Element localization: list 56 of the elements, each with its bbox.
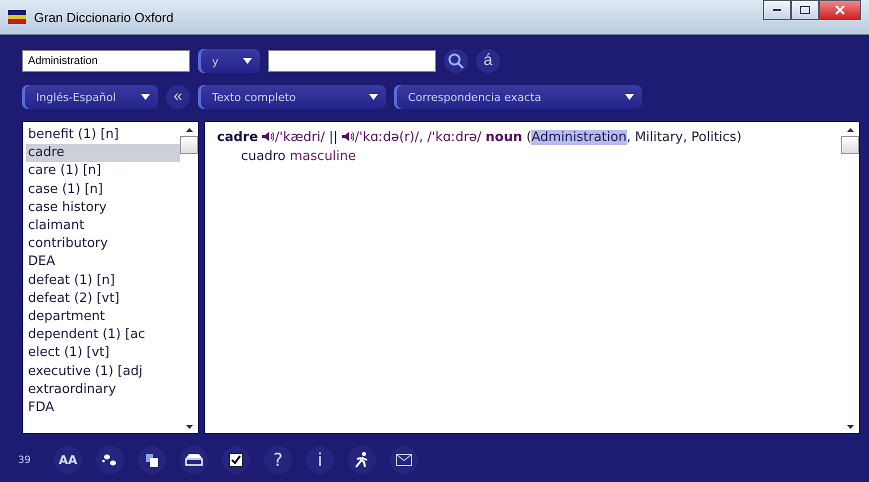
scrollbar-thumb[interactable] (180, 136, 198, 154)
minimize-button[interactable] (763, 0, 791, 20)
help-button[interactable]: ? (264, 446, 292, 474)
word-list-item[interactable]: contributory (26, 235, 180, 254)
checkbox-icon[interactable] (222, 446, 250, 474)
speaker-icon[interactable] (262, 131, 274, 142)
scroll-down-icon[interactable] (186, 425, 192, 429)
word-list-item[interactable]: dependent (1) [ac (26, 326, 180, 344)
maximize-icon (800, 6, 810, 14)
second-search-field[interactable] (268, 50, 436, 72)
scope-dropdown[interactable]: Texto completo (198, 85, 386, 109)
info-button[interactable]: i (306, 446, 334, 474)
word-list-item[interactable]: case history (26, 198, 180, 218)
word-list-item[interactable]: extraordinary (26, 380, 180, 400)
search-button[interactable] (444, 49, 468, 73)
word-list-item[interactable]: department (26, 308, 180, 326)
speaker-icon[interactable] (342, 131, 354, 142)
caret-icon (369, 94, 378, 100)
app-icon (8, 10, 26, 24)
match-dropdown[interactable]: Correspondencia exacta (394, 85, 642, 109)
close-button[interactable] (819, 0, 861, 20)
scroll-down-icon[interactable] (846, 425, 854, 429)
accent-button[interactable]: á (476, 49, 500, 73)
word-list-item[interactable]: defeat (2) [vt] (26, 290, 180, 308)
caret-icon (625, 94, 634, 100)
language-dropdown[interactable]: Inglés-Español (22, 85, 158, 109)
minimize-icon (773, 9, 781, 11)
word-list-item[interactable]: DEA (26, 253, 180, 272)
search-icon (448, 53, 464, 69)
caret-icon (243, 58, 252, 64)
caret-icon (141, 94, 150, 100)
mail-icon[interactable] (390, 446, 418, 474)
scrollbar-thumb[interactable] (841, 136, 859, 154)
word-list-item[interactable]: defeat (1) [n] (26, 272, 180, 290)
entry-text: cadre /'kædri/ || /'kɑːdə(r)/, /'kɑːdrə/ noun (Administration, Military, Politics) cuadro masculine (217, 129, 743, 166)
runner-icon[interactable] (348, 446, 376, 474)
font-size-button[interactable]: AA (54, 446, 82, 474)
word-list-item[interactable]: care (1) [n] (26, 162, 180, 181)
word-list-item[interactable]: benefit (1) [n] (26, 126, 180, 144)
word-list-item[interactable]: cadre (26, 144, 180, 162)
search-field[interactable]: Administration (22, 50, 190, 72)
word-list-item[interactable]: claimant (26, 217, 180, 236)
operator-dropdown[interactable]: y (198, 49, 260, 73)
copy-icon[interactable] (138, 446, 166, 474)
collapse-button[interactable]: « (166, 85, 190, 109)
word-list-item[interactable]: executive (1) [adj (26, 362, 180, 381)
scroll-up-icon[interactable] (846, 128, 854, 132)
window-title: Gran Diccionario Oxford (34, 10, 174, 24)
printer-icon[interactable] (180, 446, 208, 474)
maximize-button[interactable] (791, 0, 819, 20)
word-list-item[interactable]: elect (1) [vt] (26, 344, 180, 363)
result-count: 39 (18, 454, 32, 466)
close-icon (835, 5, 845, 15)
word-list-item[interactable]: FDA (26, 399, 180, 418)
scroll-up-icon[interactable] (186, 128, 192, 132)
word-list-item[interactable]: case (1) [n] (26, 180, 180, 199)
